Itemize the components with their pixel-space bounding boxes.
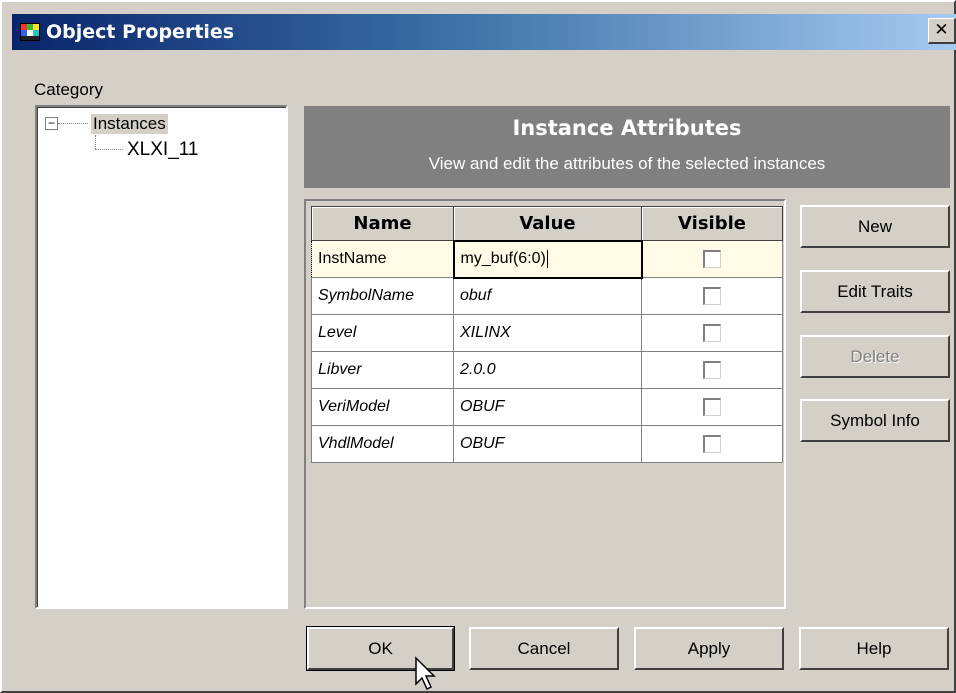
new-button[interactable]: New xyxy=(800,205,950,248)
edit-traits-button[interactable]: Edit Traits xyxy=(800,270,950,313)
attributes-grid[interactable]: Name Value Visible InstName my_buf(6:0) … xyxy=(304,199,786,609)
visible-checkbox[interactable] xyxy=(703,434,721,453)
object-properties-dialog: Object Properties ✕ Category − Instances… xyxy=(0,0,956,693)
table-row[interactable]: Level XILINX xyxy=(311,314,783,352)
category-tree[interactable]: − Instances XLXI_11 xyxy=(35,105,288,609)
cancel-button[interactable]: Cancel xyxy=(469,627,619,670)
column-header-visible[interactable]: Visible xyxy=(641,206,783,241)
section-title: Instance Attributes xyxy=(512,116,742,140)
visible-cell[interactable] xyxy=(641,425,783,463)
symbol-info-button[interactable]: Symbol Info xyxy=(800,399,950,442)
attribute-name[interactable]: Level xyxy=(311,314,454,352)
tree-connector xyxy=(95,135,96,149)
visible-cell[interactable] xyxy=(641,351,783,389)
category-label: Category xyxy=(34,80,103,99)
attribute-name[interactable]: SymbolName xyxy=(311,277,454,315)
tree-connector xyxy=(95,149,123,150)
visible-checkbox[interactable] xyxy=(703,249,722,268)
attribute-name[interactable]: InstName xyxy=(311,240,454,278)
visible-cell[interactable] xyxy=(641,240,783,278)
tree-connector xyxy=(58,123,88,124)
tree-item-xlxi-11[interactable]: XLXI_11 xyxy=(127,139,198,161)
visible-cell[interactable] xyxy=(641,388,783,426)
attribute-value[interactable]: XILINX xyxy=(453,314,642,352)
attribute-name[interactable]: VeriModel xyxy=(311,388,454,426)
app-icon xyxy=(20,23,40,41)
visible-cell[interactable] xyxy=(641,277,783,315)
attribute-value[interactable]: OBUF xyxy=(453,425,642,463)
table-row[interactable]: SymbolName obuf xyxy=(311,277,783,315)
close-icon: ✕ xyxy=(934,20,949,40)
section-subtitle: View and edit the attributes of the sele… xyxy=(428,154,826,173)
table-row[interactable]: VeriModel OBUF xyxy=(311,388,783,426)
apply-button[interactable]: Apply xyxy=(634,627,784,670)
attribute-value-input[interactable]: my_buf(6:0) xyxy=(452,239,643,279)
visible-checkbox[interactable] xyxy=(703,397,721,416)
title-bar[interactable]: Object Properties ✕ xyxy=(12,14,956,50)
close-button[interactable]: ✕ xyxy=(928,18,956,44)
tree-item-instances[interactable]: Instances xyxy=(91,114,168,134)
visible-cell[interactable] xyxy=(641,314,783,352)
attribute-value-text: my_buf(6:0) xyxy=(460,250,546,268)
help-button[interactable]: Help xyxy=(799,627,949,670)
mouse-cursor-icon xyxy=(415,656,436,691)
attribute-name[interactable]: VhdlModel xyxy=(311,425,454,463)
column-header-name[interactable]: Name xyxy=(311,206,454,241)
table-row[interactable]: VhdlModel OBUF xyxy=(311,425,783,463)
column-header-value[interactable]: Value xyxy=(453,206,642,241)
section-header: Instance Attributes View and edit the at… xyxy=(304,106,950,188)
attribute-value[interactable]: 2.0.0 xyxy=(453,351,642,389)
visible-checkbox[interactable] xyxy=(703,323,721,342)
window-title: Object Properties xyxy=(46,21,235,43)
attribute-value[interactable]: obuf xyxy=(453,277,642,315)
text-caret xyxy=(546,249,548,268)
collapse-toggle-icon[interactable]: − xyxy=(45,117,58,130)
visible-checkbox[interactable] xyxy=(703,286,721,305)
visible-checkbox[interactable] xyxy=(703,360,721,379)
table-row[interactable]: Libver 2.0.0 xyxy=(311,351,783,389)
attribute-value[interactable]: OBUF xyxy=(453,388,642,426)
delete-button[interactable]: Delete xyxy=(800,335,950,378)
attribute-name[interactable]: Libver xyxy=(311,351,454,389)
table-row[interactable]: InstName my_buf(6:0) xyxy=(311,239,783,279)
